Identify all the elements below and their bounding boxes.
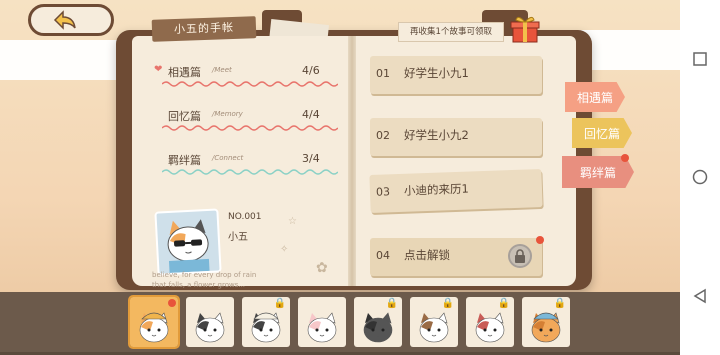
lock-icon: 🔒 (385, 298, 398, 309)
quote-line: believe, for every drop of rain (152, 271, 257, 279)
cat-select-slot[interactable] (128, 295, 180, 349)
story-title: 好学生小九2 (404, 128, 469, 142)
cat-select-slot[interactable]: 🔒 (242, 297, 290, 347)
story-number: 01 (376, 67, 390, 80)
side-tab-meet[interactable]: 相遇篇 (565, 82, 625, 112)
story-number: 04 (376, 249, 390, 262)
triangle-back-icon (693, 288, 706, 304)
quote-text: believe, for every drop of rain that fal… (152, 270, 302, 290)
lock-icon: 🔒 (553, 298, 566, 309)
cat-face-icon (307, 312, 337, 343)
lock-icon: 🔒 (273, 298, 286, 309)
cat-select-slot[interactable] (186, 297, 234, 347)
wave-divider (162, 81, 338, 87)
circle-icon (692, 170, 708, 185)
chapter-name: 回忆篇 (168, 110, 201, 123)
cat-face-icon (531, 312, 561, 343)
cat-portrait-icon (167, 219, 210, 274)
story-card-04-locked[interactable]: 04 点击解锁 (370, 236, 544, 276)
chapter-progress-memory[interactable]: 回忆篇 /Memory 4/4 (152, 106, 342, 134)
back-nav-button[interactable] (691, 287, 709, 305)
back-button[interactable] (28, 4, 114, 36)
recent-apps-button[interactable] (691, 50, 709, 68)
story-card-03[interactable]: 03 小迪的来历1 (369, 169, 543, 213)
quote-line: that falls, a flower grows... (152, 281, 246, 289)
cat-face-icon (419, 312, 449, 343)
cat-face-icon (475, 312, 505, 343)
home-button[interactable] (691, 168, 709, 186)
star-icon: ☆ (288, 216, 297, 227)
chapter-subtitle: /Memory (212, 110, 243, 118)
story-number: 03 (375, 185, 391, 199)
notebook-title: 小五的手帐 (151, 16, 257, 42)
unlock-label: 点击解锁 (404, 248, 450, 262)
side-tab-memory[interactable]: 回忆篇 (572, 118, 632, 148)
book-spine (348, 36, 356, 286)
chapter-progress-meet[interactable]: ❤ 相遇篇 /Meet 4/6 (152, 62, 342, 90)
cat-select-slot[interactable] (298, 297, 346, 347)
chapter-name: 相遇篇 (168, 66, 201, 79)
lock-icon: 🔒 (441, 298, 454, 309)
notification-dot (168, 299, 176, 307)
chapter-count: 3/4 (302, 152, 320, 165)
reward-hint: 再收集1个故事可领取 (398, 22, 504, 42)
cat-avatar (154, 208, 222, 276)
chapter-count: 4/4 (302, 108, 320, 121)
cat-face-icon (251, 312, 281, 343)
game-scene: 小五的手帐 ❤ 相遇篇 /Meet 4/6 回忆篇 /Memory 4/4 羁绊… (0, 0, 680, 355)
back-arrow-icon (53, 10, 76, 30)
cat-number: NO.001 (228, 212, 262, 222)
chapter-name: 羁绊篇 (168, 154, 201, 167)
cat-select-slot[interactable]: 🔒 (354, 297, 402, 347)
cat-name: 小五 (228, 232, 248, 243)
star-icon: ✧ (280, 244, 289, 255)
chapter-subtitle: /Connect (212, 154, 244, 162)
lock-icon: 🔒 (497, 298, 510, 309)
heart-icon: ❤ (154, 64, 163, 75)
flower-icon: ✿ (316, 260, 328, 276)
cat-face-icon (139, 312, 169, 343)
story-number: 02 (376, 129, 390, 142)
system-nav-bar (680, 0, 720, 355)
notification-dot (621, 154, 629, 162)
cat-select-slot[interactable]: 🔒 (522, 297, 570, 347)
square-icon (693, 52, 707, 66)
cat-select-slot[interactable]: 🔒 (466, 297, 514, 347)
wave-divider (162, 169, 338, 175)
story-title: 好学生小九1 (404, 66, 469, 80)
chapter-count: 4/6 (302, 64, 320, 77)
cat-select-slot[interactable]: 🔒 (410, 297, 458, 347)
lock-icon (508, 244, 532, 268)
story-card-02[interactable]: 02 好学生小九2 (370, 118, 542, 156)
gift-icon[interactable] (510, 14, 540, 44)
chapter-progress-connect[interactable]: 羁绊篇 /Connect 3/4 (152, 150, 342, 178)
story-title: 小迪的来历1 (403, 181, 469, 198)
chapter-subtitle: /Meet (212, 66, 232, 74)
cat-face-icon (195, 312, 225, 343)
wave-divider (162, 125, 338, 131)
notification-dot (536, 236, 544, 244)
story-card-01[interactable]: 01 好学生小九1 (370, 56, 542, 94)
cat-face-icon (363, 312, 393, 343)
